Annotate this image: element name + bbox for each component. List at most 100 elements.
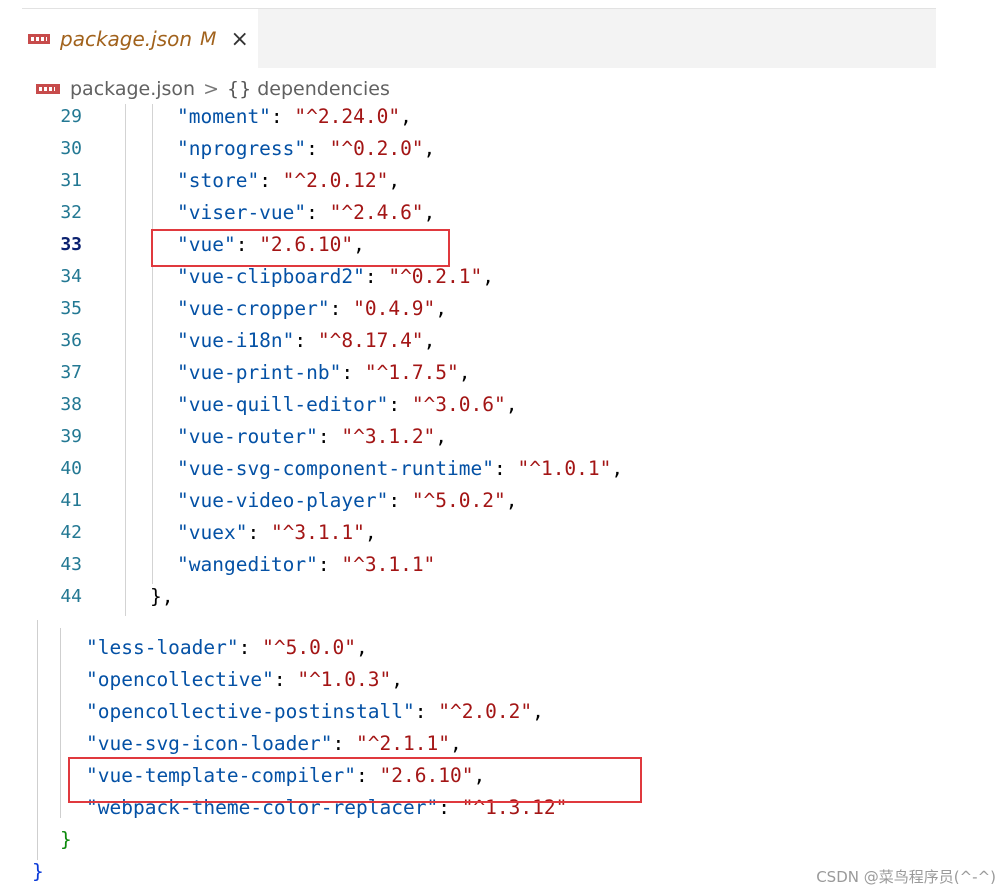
breadcrumb-section[interactable]: dependencies (257, 78, 390, 100)
indent-guide (152, 104, 153, 584)
chevron-right-icon: > (203, 78, 220, 100)
line-number: 44 (60, 586, 82, 607)
line-number: 42 (60, 522, 82, 543)
comma: , (423, 201, 436, 224)
code-text: "vue-quill-editor": "^3.0.6", (177, 389, 517, 421)
colon: : (238, 636, 263, 659)
colon: : (329, 297, 354, 320)
code-text: "vue-video-player": "^5.0.2", (177, 485, 517, 517)
json-value: "^2.24.0" (294, 105, 401, 128)
colon: : (306, 137, 330, 160)
colon: : (388, 489, 412, 512)
highlight-box-vue (151, 229, 450, 267)
line-number: 41 (60, 490, 82, 511)
breadcrumb: package.json > {} dependencies (36, 74, 390, 104)
code-text: "viser-vue": "^2.4.6", (177, 197, 435, 229)
json-value: "^1.0.1" (517, 457, 612, 480)
comma: , (435, 425, 448, 448)
json-value: "^5.0.0" (262, 636, 357, 659)
line-number: 35 (60, 298, 82, 319)
json-key: "less-loader" (86, 636, 239, 659)
json-key: "viser-vue" (177, 201, 307, 224)
colon: : (388, 393, 412, 416)
json-value: "^2.4.6" (329, 201, 424, 224)
line-number: 31 (60, 170, 82, 191)
line-number: 33 (60, 234, 82, 255)
json-key: "vue-svg-icon-loader" (86, 732, 333, 755)
code-text: "vue-cropper": "0.4.9", (177, 293, 447, 325)
closing-brace: }, (150, 585, 174, 608)
json-value: "^0.2.0" (329, 137, 424, 160)
line-number: 38 (60, 394, 82, 415)
code-text: "nprogress": "^0.2.0", (177, 133, 435, 165)
npm-icon (36, 84, 60, 94)
editor-tab-bar: package.json M × (22, 8, 936, 69)
json-key: "vue-print-nb" (177, 361, 342, 384)
comma: , (482, 265, 494, 288)
code-text: "vuex": "^3.1.1", (177, 517, 377, 549)
comma: , (449, 732, 462, 755)
json-key: "vue-router" (177, 425, 318, 448)
json-key: "vue-svg-component-runtime" (177, 457, 494, 480)
line-number: 40 (60, 458, 82, 479)
comma: , (364, 521, 377, 544)
code-line[interactable]: "less-loader": "^5.0.0", (86, 632, 368, 664)
json-key: "store" (177, 169, 260, 192)
colon: : (341, 361, 365, 384)
code-line[interactable]: "opencollective-postinstall": "^2.0.2", (86, 696, 544, 728)
json-key: "wangeditor" (177, 553, 318, 576)
code-text: "vue-i18n": "^8.17.4", (177, 325, 435, 357)
colon: : (414, 700, 439, 723)
comma: , (532, 700, 544, 723)
code-text: "moment": "^2.24.0", (177, 101, 412, 133)
json-key: "vuex" (177, 521, 248, 544)
colon: : (317, 425, 342, 448)
colon: : (273, 668, 298, 691)
watermark: CSDN @菜鸟程序员(^-^) (816, 868, 996, 886)
line-number: 34 (60, 266, 82, 287)
comma: , (423, 329, 436, 352)
breadcrumb-file[interactable]: package.json (70, 78, 195, 100)
json-value: "^2.0.12" (282, 169, 389, 192)
code-text: "vue-print-nb": "^1.7.5", (177, 357, 471, 389)
json-key: "vue-clipboard2" (177, 265, 365, 288)
json-value: "^3.1.1" (270, 521, 365, 544)
json-key: "vue-i18n" (177, 329, 295, 352)
closing-brace: } (60, 828, 72, 851)
tab-package-json[interactable]: package.json M × (22, 9, 258, 69)
json-key: "opencollective-postinstall" (86, 700, 415, 723)
json-key: "vue-quill-editor" (177, 393, 389, 416)
npm-icon (28, 34, 50, 44)
json-value: "0.4.9" (353, 297, 436, 320)
colon: : (259, 169, 283, 192)
comma: , (400, 105, 412, 128)
code-line[interactable]: "vue-svg-icon-loader": "^2.1.1", (86, 728, 462, 760)
json-value: "^1.7.5" (364, 361, 459, 384)
comma: , (391, 668, 403, 691)
line-number: 43 (60, 554, 82, 575)
json-value: "^2.0.2" (438, 700, 533, 723)
closing-brace: } (32, 860, 44, 883)
comma: , (611, 457, 624, 480)
indent-guide (37, 620, 38, 860)
json-value: "^1.0.3" (297, 668, 392, 691)
comma: , (458, 361, 471, 384)
json-key: "opencollective" (86, 668, 274, 691)
json-value: "^8.17.4" (317, 329, 424, 352)
line-number: 39 (60, 426, 82, 447)
json-value: "^2.1.1" (356, 732, 450, 755)
code-text: "vue-svg-component-runtime": "^1.0.1", (177, 453, 623, 485)
line-number: 32 (60, 202, 82, 223)
comma: , (356, 636, 368, 659)
comma: , (388, 169, 401, 192)
colon: : (364, 265, 389, 288)
comma: , (423, 137, 436, 160)
top-strip (0, 0, 1000, 6)
modified-indicator: M (200, 28, 217, 50)
indent-guide (125, 104, 126, 616)
close-icon[interactable]: × (230, 27, 248, 52)
colon: : (247, 521, 271, 544)
colon: : (306, 201, 330, 224)
code-line[interactable]: "opencollective": "^1.0.3", (86, 664, 403, 696)
json-value: "^3.1.2" (341, 425, 436, 448)
